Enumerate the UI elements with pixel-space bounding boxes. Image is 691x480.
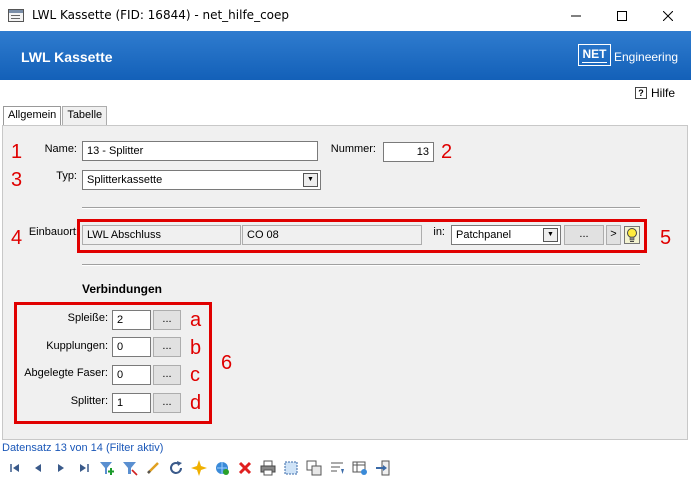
annotation-a: a [190,309,202,331]
add-filter-icon[interactable] [98,459,116,477]
close-icon [663,10,673,21]
form-header: LWL Kassette NET Engineering [0,31,691,80]
lightbulb-icon[interactable] [624,226,640,244]
new-record-icon[interactable] [190,459,208,477]
chevron-down-icon[interactable]: ▼ [543,228,558,242]
edit-icon[interactable] [144,459,162,477]
in-value: Patchpanel [456,229,512,241]
spleisse-button[interactable]: ... [153,310,181,330]
abgelegte-faser-label: Abgelegte Faser: [24,367,108,379]
help-link[interactable]: ? Hilfe [635,86,675,100]
help-row: ? Hilfe [0,80,691,104]
filter-icon[interactable] [121,459,139,477]
spleisse-label: Spleiße: [67,312,108,324]
in-select[interactable]: Patchpanel ▼ [451,225,561,245]
last-record-icon[interactable] [75,459,93,477]
refresh-icon[interactable] [167,459,185,477]
in-label: in: [433,226,445,238]
einbauort-field-1: LWL Abschluss [82,225,241,245]
maximize-button[interactable] [599,0,645,31]
previous-record-icon[interactable] [29,459,47,477]
logo-mark: NET [578,44,611,66]
tab-allgemein[interactable]: Allgemein [3,106,62,126]
annotation-c: c [190,364,200,386]
browse-button[interactable]: ... [564,225,604,245]
spleisse-value: 2 [112,310,151,330]
app-icon [8,9,24,22]
annotation-2: 2 [441,141,453,163]
kupplungen-button[interactable]: ... [153,337,181,357]
verbindungen-title: Verbindungen [82,282,163,296]
print-icon[interactable] [259,459,277,477]
help-label: Hilfe [651,86,676,100]
table-settings-icon[interactable] [351,459,369,477]
annotation-5: 5 [660,227,672,249]
typ-value: Splitterkassette [87,174,163,186]
goto-button[interactable]: > [606,225,621,245]
nummer-label: Nummer: [330,143,376,155]
einbauort-label: Einbauort: [28,226,79,238]
tab-tabelle[interactable]: Tabelle [62,106,108,125]
maximize-icon [617,10,627,21]
typ-label: Typ: [56,170,77,182]
annotation-6: 6 [221,352,233,374]
typ-select[interactable]: Splitterkassette ▼ [82,170,321,190]
kupplungen-label: Kupplungen: [46,340,108,352]
form-title: LWL Kassette [21,49,113,65]
window-titlebar: LWL Kassette (FID: 16844) - net_hilfe_co… [0,0,691,31]
logo-text: Engineering [614,50,679,64]
einbauort-field-2: CO 08 [242,225,422,245]
minimize-icon [571,15,581,16]
splitter-label: Splitter: [70,395,108,407]
annotation-d: d [190,392,202,414]
splitter-value: 1 [112,393,151,413]
window-title: LWL Kassette (FID: 16844) - net_hilfe_co… [32,8,290,22]
help-icon: ? [635,87,647,99]
copy-icon[interactable] [305,459,323,477]
globe-refresh-icon[interactable] [213,459,231,477]
tab-bar: Allgemein Tabelle [3,106,108,126]
record-toolbar [0,456,691,480]
nummer-input[interactable]: 13 [383,142,434,162]
name-label: Name: [44,143,77,155]
kupplungen-value: 0 [112,337,151,357]
next-record-icon[interactable] [52,459,70,477]
abgelegte-faser-value: 0 [112,365,151,385]
close-button[interactable] [645,0,691,31]
splitter-button[interactable]: ... [153,393,181,413]
annotation-3: 3 [11,169,23,191]
name-input[interactable]: 13 - Splitter [82,141,318,161]
annotation-b: b [190,337,202,359]
select-area-icon[interactable] [282,459,300,477]
abgelegte-faser-button[interactable]: ... [153,365,181,385]
separator [82,264,640,266]
separator [82,207,640,209]
sort-icon[interactable] [328,459,346,477]
exit-icon[interactable] [374,459,392,477]
minimize-button[interactable] [553,0,599,31]
chevron-down-icon[interactable]: ▼ [303,173,318,187]
delete-icon[interactable] [236,459,254,477]
record-status: Datensatz 13 von 14 (Filter aktiv) [2,442,164,454]
annotation-1: 1 [11,141,23,163]
first-record-icon[interactable] [6,459,24,477]
